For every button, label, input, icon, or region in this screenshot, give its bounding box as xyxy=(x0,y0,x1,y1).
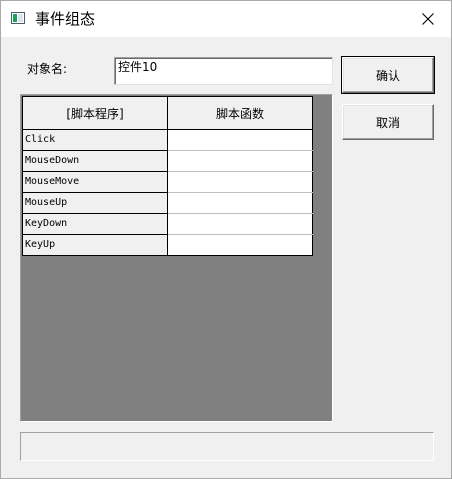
event-name-cell: KeyDown xyxy=(22,213,168,235)
confirm-button[interactable]: 确认 xyxy=(341,56,435,94)
title-bar[interactable]: 事件组态 xyxy=(1,1,451,37)
table-row: MouseUp xyxy=(22,192,313,214)
close-button[interactable] xyxy=(405,1,451,37)
window-title: 事件组态 xyxy=(35,10,96,28)
table-row: KeyDown xyxy=(22,213,313,235)
event-script-grid: [脚本程序] 脚本函数 Click MouseDown MouseMove Mo… xyxy=(20,94,333,422)
table-header-row: [脚本程序] 脚本函数 xyxy=(22,96,313,130)
object-name-label: 对象名: xyxy=(27,62,68,76)
script-function-cell[interactable] xyxy=(167,171,313,193)
status-bar xyxy=(20,432,434,461)
event-name-cell: MouseMove xyxy=(22,171,168,193)
event-name-cell: KeyUp xyxy=(22,234,168,256)
script-function-cell[interactable] xyxy=(167,150,313,172)
script-function-cell[interactable] xyxy=(167,213,313,235)
close-icon xyxy=(422,13,434,25)
object-name-field[interactable]: 控件10 xyxy=(114,57,333,85)
table-row: Click xyxy=(22,129,313,151)
event-name-cell: Click xyxy=(22,129,168,151)
event-table: [脚本程序] 脚本函数 Click MouseDown MouseMove Mo… xyxy=(22,96,313,256)
table-row: MouseDown xyxy=(22,150,313,172)
script-function-cell[interactable] xyxy=(167,234,313,256)
event-name-cell: MouseDown xyxy=(22,150,168,172)
table-row: MouseMove xyxy=(22,171,313,193)
script-function-cell[interactable] xyxy=(167,129,313,151)
event-name-cell: MouseUp xyxy=(22,192,168,214)
column-header-script-function[interactable]: 脚本函数 xyxy=(167,96,313,130)
app-window-icon xyxy=(11,12,25,24)
event-config-dialog: 事件组态 对象名: 控件10 确认 取消 [脚本程序] 脚本函数 Click M… xyxy=(0,0,452,479)
script-function-cell[interactable] xyxy=(167,192,313,214)
table-row: KeyUp xyxy=(22,234,313,256)
column-header-script-program[interactable]: [脚本程序] xyxy=(22,96,168,130)
cancel-button[interactable]: 取消 xyxy=(342,104,434,140)
